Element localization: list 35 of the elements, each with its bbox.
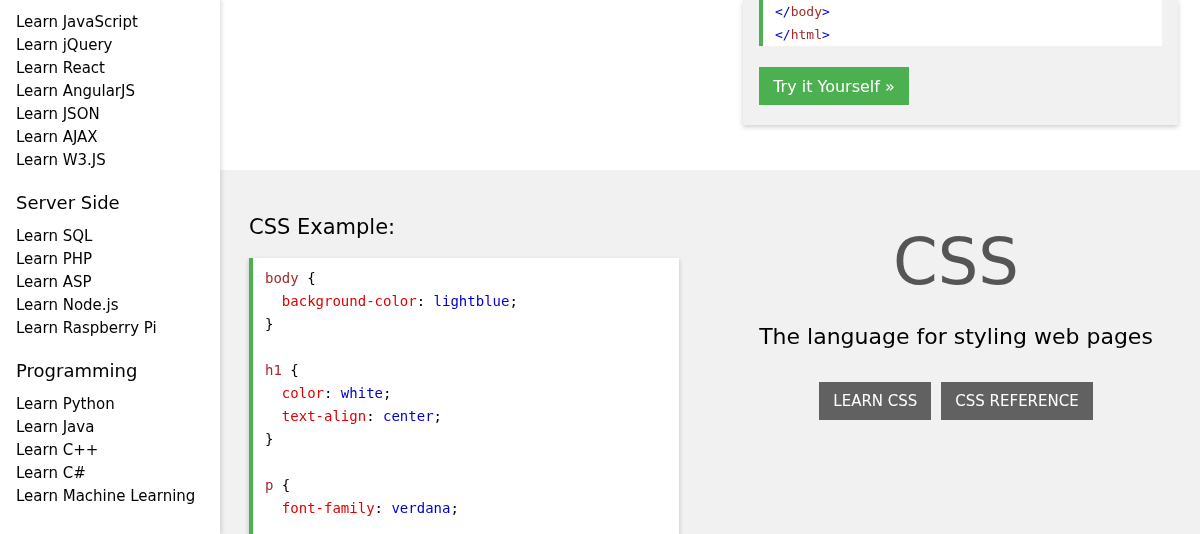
sidebar-link[interactable]: Learn JSON [0,103,220,126]
sidebar-link[interactable]: Learn C++ [0,439,220,462]
code-line: } [265,315,275,334]
hero-title: CSS [893,224,1019,301]
code-line: background-color: lightblue; [280,292,519,311]
sidebar-link[interactable]: Learn ASP [0,271,220,294]
sidebar-link[interactable]: Learn Machine Learning [0,485,220,508]
nav-button[interactable]: LEARN CSS [819,382,932,420]
sidebar-link[interactable]: Learn Python [0,393,220,416]
sidebar-link[interactable]: Learn C# [0,462,220,485]
example-title: CSS Example: [249,214,397,240]
code-line: </html> [775,26,831,44]
sidebar-link[interactable]: Learn PHP [0,248,220,271]
sidebar-link[interactable]: Learn AJAX [0,126,220,149]
sidebar-link[interactable]: Learn jQuery [0,34,220,57]
code-line: h1 { [265,361,300,380]
sidebar-link[interactable]: Learn React [0,57,220,80]
code-line: p { [265,476,292,495]
sidebar-link[interactable]: Learn SQL [0,225,220,248]
hero-tagline: The language for styling web pages [759,323,1153,351]
code-line: } [265,430,275,449]
code-line: </body> [775,3,831,21]
sidebar-link[interactable]: Learn W3.JS [0,149,220,172]
code-line: text-align: center; [280,407,444,426]
code-line: color: white; [280,384,393,403]
sidebar-link[interactable]: Learn Raspberry Pi [0,317,220,340]
sidebar-heading: Server Side [15,191,121,215]
code-line: body { [265,269,317,288]
sidebar-link[interactable]: Learn AngularJS [0,80,220,103]
code-line: font-family: verdana; [280,499,460,518]
sidebar-link[interactable]: Learn Node.js [0,294,220,317]
sidebar-link[interactable]: Learn JavaScript [0,11,220,34]
sidebar-link[interactable]: Learn Java [0,416,220,439]
nav-button[interactable]: CSS REFERENCE [941,382,1093,420]
sidebar-heading: Programming [15,359,139,383]
